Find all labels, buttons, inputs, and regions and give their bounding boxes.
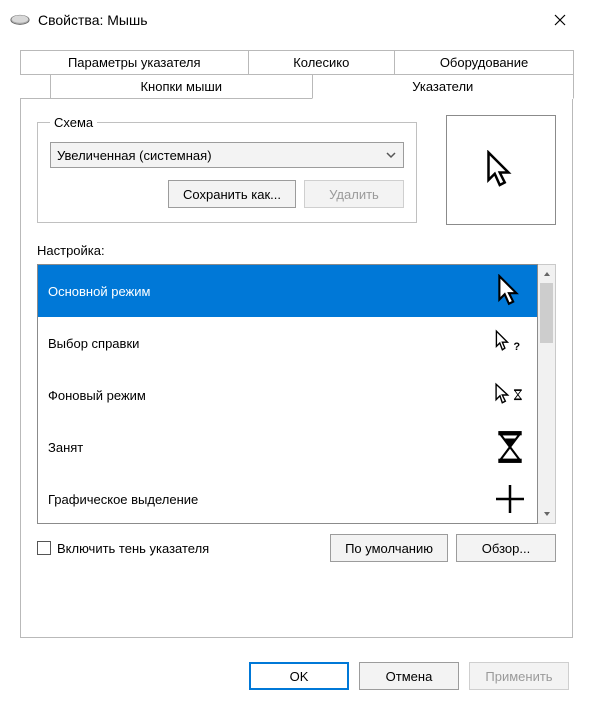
dialog-footer: OK Отмена Применить xyxy=(249,662,569,690)
apply-button[interactable]: Применить xyxy=(469,662,569,690)
cursor-listbox[interactable]: Основной режим Выбор справки ? xyxy=(37,264,538,524)
close-button[interactable] xyxy=(537,4,583,36)
checkbox-label: Включить тень указателя xyxy=(57,541,209,556)
list-item[interactable]: Графическое выделение xyxy=(38,473,537,524)
scheme-selected: Увеличенная (системная) xyxy=(57,148,212,163)
mouse-icon xyxy=(10,14,30,26)
delete-button[interactable]: Удалить xyxy=(304,180,404,208)
tab-buttons[interactable]: Кнопки мыши xyxy=(50,74,313,99)
cursor-preview xyxy=(446,115,556,225)
tab-pointers[interactable]: Указатели xyxy=(312,74,575,99)
list-item-label: Фоновый режим xyxy=(48,388,146,403)
arrow-help-icon: ? xyxy=(493,326,527,360)
list-item-label: Основной режим xyxy=(48,284,150,299)
cancel-button[interactable]: Отмена xyxy=(359,662,459,690)
defaults-button[interactable]: По умолчанию xyxy=(330,534,448,562)
crosshair-icon xyxy=(493,482,527,516)
list-item[interactable]: Основной режим xyxy=(38,265,537,317)
scroll-down-icon[interactable] xyxy=(538,505,555,523)
customize-label: Настройка: xyxy=(37,243,556,258)
arrow-icon xyxy=(493,274,527,308)
save-as-button[interactable]: Сохранить как... xyxy=(168,180,296,208)
titlebar: Свойства: Мышь xyxy=(0,0,593,40)
tab-strip: Параметры указателя Колесико Оборудовани… xyxy=(20,50,573,638)
chevron-down-icon xyxy=(385,149,397,161)
list-item[interactable]: Выбор справки ? xyxy=(38,317,537,369)
tab-pointer-options[interactable]: Параметры указателя xyxy=(20,50,249,75)
mouse-properties-window: Свойства: Мышь Параметры указателя Колес… xyxy=(0,0,593,704)
list-item-label: Занят xyxy=(48,440,83,455)
close-icon xyxy=(554,14,566,26)
list-item-label: Выбор справки xyxy=(48,336,139,351)
svg-text:?: ? xyxy=(513,341,520,353)
scheme-legend: Схема xyxy=(50,115,97,130)
scroll-up-icon[interactable] xyxy=(538,265,555,283)
arrow-icon xyxy=(481,150,521,190)
checkbox-box xyxy=(37,541,51,555)
tab-content-pointers: Схема Увеличенная (системная) Сохранить … xyxy=(20,98,573,638)
list-item[interactable]: Фоновый режим xyxy=(38,369,537,421)
scrollbar[interactable] xyxy=(538,264,556,524)
arrow-hourglass-icon xyxy=(493,378,527,412)
list-item[interactable]: Занят xyxy=(38,421,537,473)
window-title: Свойства: Мышь xyxy=(38,12,537,28)
scheme-combo[interactable]: Увеличенная (системная) xyxy=(50,142,404,168)
enable-shadow-checkbox[interactable]: Включить тень указателя xyxy=(37,541,209,556)
tab-hardware[interactable]: Оборудование xyxy=(394,50,574,75)
scroll-track[interactable] xyxy=(538,343,555,505)
hourglass-icon xyxy=(493,430,527,464)
scheme-group: Схема Увеличенная (системная) Сохранить … xyxy=(37,115,417,223)
ok-button[interactable]: OK xyxy=(249,662,349,690)
list-item-label: Графическое выделение xyxy=(48,492,198,507)
scroll-thumb[interactable] xyxy=(540,283,553,343)
browse-button[interactable]: Обзор... xyxy=(456,534,556,562)
tab-wheel[interactable]: Колесико xyxy=(248,50,396,75)
